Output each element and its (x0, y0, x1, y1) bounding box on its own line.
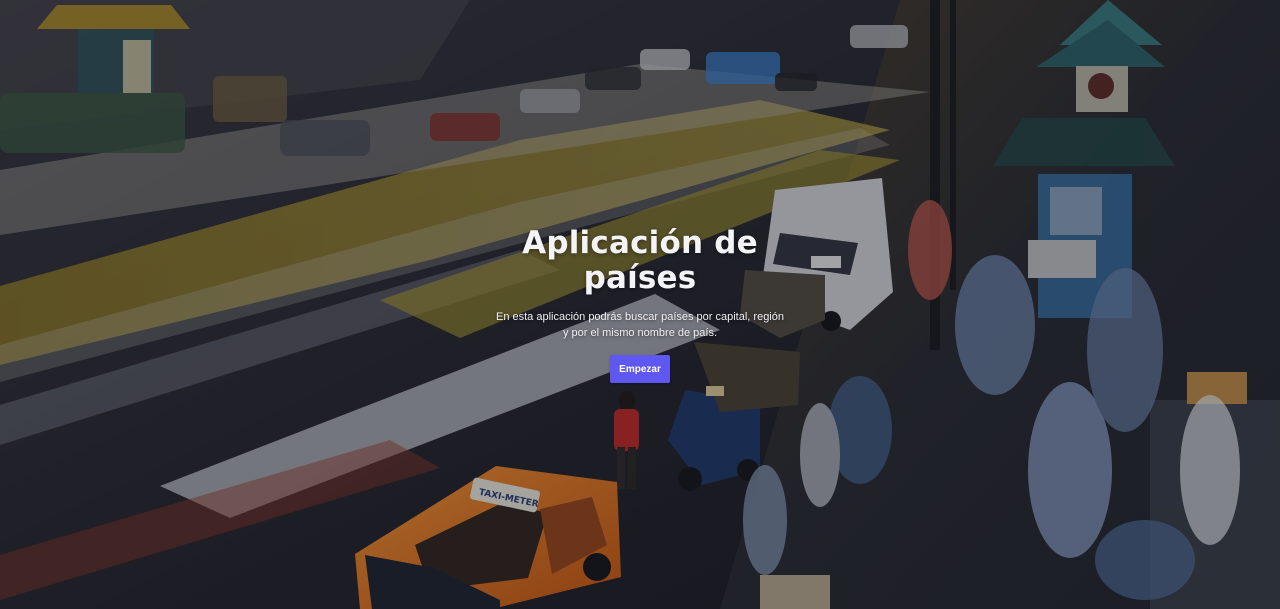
hero-description: En esta aplicación podrás buscar países … (495, 311, 784, 339)
page-title: Aplicación de países (522, 225, 758, 296)
hero-content: Aplicación de países En esta aplicación … (492, 226, 788, 383)
start-button[interactable]: Empezar (610, 355, 670, 383)
hero-section: TAXI-METER Aplicación de países En esta … (0, 0, 1280, 609)
